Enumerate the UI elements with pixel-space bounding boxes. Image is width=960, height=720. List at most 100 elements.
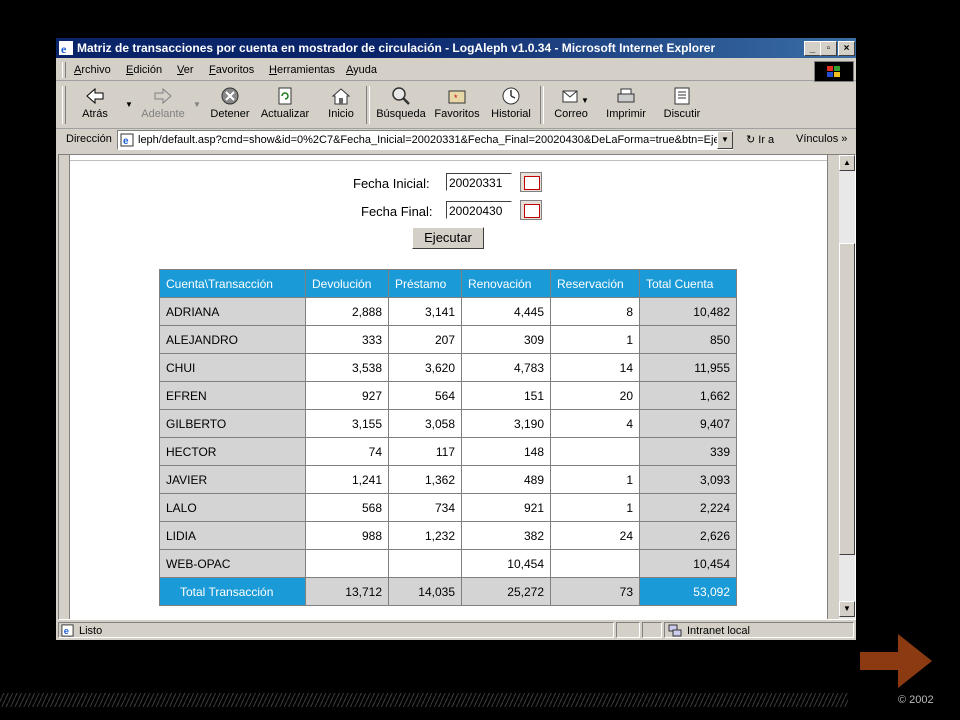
status-panel [616, 622, 640, 638]
back-button[interactable]: Atrás [78, 86, 112, 120]
table-row: ALEJANDRO 333 207 309 1 850 [159, 325, 737, 354]
value-cell: 734 [388, 493, 462, 522]
table-row: GILBERTO 3,155 3,058 3,190 4 9,407 [159, 409, 737, 438]
history-button[interactable]: Historial [490, 86, 532, 120]
vertical-scrollbar[interactable]: ▲ ▼ [839, 155, 855, 619]
windows-logo-icon [814, 61, 854, 82]
value-cell: 14 [550, 353, 640, 382]
ie-icon: e [59, 41, 73, 55]
account-cell: LALO [159, 493, 306, 522]
totals-row: Total Transacción 13,712 14,035 25,272 73 53,… [159, 577, 737, 606]
print-button[interactable]: Imprimir [604, 86, 648, 120]
forward-dropdown-icon[interactable]: ▼ [193, 100, 201, 109]
browser-window: e Matriz de transacciones por cuenta en … [56, 38, 856, 640]
menu-grip [62, 62, 66, 78]
menu-edicion[interactable]: Edición [126, 64, 162, 76]
value-cell: 1,232 [388, 521, 462, 550]
value-cell: 1,362 [388, 465, 462, 494]
svg-text:e: e [123, 136, 129, 147]
discuss-icon [674, 87, 690, 105]
menu-herramientas[interactable]: Herramientas [269, 64, 335, 76]
value-cell: 3,141 [388, 297, 462, 326]
svg-text:*: * [454, 93, 458, 103]
menu-favoritos[interactable]: Favoritos [209, 64, 254, 76]
value-cell: 333 [305, 325, 389, 354]
end-calendar-button[interactable] [520, 200, 542, 220]
account-cell: WEB-OPAC [159, 549, 306, 578]
value-cell: 1 [550, 493, 640, 522]
links-button[interactable]: Vínculos » [796, 133, 847, 145]
account-total-cell: 10,454 [639, 549, 737, 578]
forward-button[interactable]: Adelante [138, 86, 188, 120]
go-arrow-icon: ↻ [746, 134, 756, 146]
history-icon [502, 87, 520, 105]
calendar-icon [524, 204, 540, 218]
back-dropdown-icon[interactable]: ▼ [125, 100, 133, 109]
account-cell: ALEJANDRO [159, 325, 306, 354]
discuss-button[interactable]: Discutir [660, 86, 704, 120]
address-dropdown-icon[interactable]: ▼ [717, 131, 733, 149]
search-button[interactable]: Búsqueda [374, 86, 428, 120]
value-cell: 3,190 [461, 409, 551, 438]
mail-dropdown-icon[interactable]: ▼ [581, 96, 589, 105]
scroll-up-icon[interactable]: ▲ [839, 155, 855, 171]
account-cell: EFREN [159, 381, 306, 410]
svg-text:e: e [61, 42, 67, 55]
value-cell: 10,454 [461, 549, 551, 578]
minimize-button[interactable]: _ [804, 41, 821, 56]
value-cell: 3,155 [305, 409, 389, 438]
refresh-button[interactable]: Actualizar [260, 86, 310, 120]
address-label: Dirección [66, 133, 112, 145]
column-total-cell: 13,712 [305, 577, 389, 606]
account-total-cell: 10,482 [639, 297, 737, 326]
account-cell: LIDIA [159, 521, 306, 550]
intranet-icon [668, 624, 682, 637]
toolbar-grip [62, 86, 66, 124]
decorative-hatch-bar [0, 693, 848, 707]
end-date-input[interactable]: 20020430 [446, 201, 512, 219]
address-input[interactable]: e leph/default.asp?cmd=show&id=0%2C7&Fec… [117, 130, 733, 150]
menu-archivo[interactable]: Archivo [74, 64, 111, 76]
value-cell [550, 437, 640, 466]
column-header: Cuenta\Transacción [159, 269, 306, 298]
account-total-cell: 2,626 [639, 521, 737, 550]
value-cell: 4,783 [461, 353, 551, 382]
menu-ver[interactable]: Ver [177, 64, 194, 76]
value-cell: 4 [550, 409, 640, 438]
next-slide-arrow-icon[interactable] [858, 632, 934, 690]
value-cell: 568 [305, 493, 389, 522]
value-cell: 3,620 [388, 353, 462, 382]
scroll-thumb[interactable] [839, 243, 855, 555]
transactions-matrix: Cuenta\Transacción Devolución Préstamo R… [159, 269, 737, 606]
status-panel [642, 622, 662, 638]
menu-ayuda[interactable]: Ayuda [346, 64, 377, 76]
scroll-down-icon[interactable]: ▼ [839, 601, 855, 617]
column-total-cell: 73 [550, 577, 640, 606]
value-cell: 1,241 [305, 465, 389, 494]
home-button[interactable]: Inicio [324, 86, 358, 120]
account-cell: GILBERTO [159, 409, 306, 438]
start-date-label: Fecha Inicial: [353, 176, 430, 191]
value-cell: 309 [461, 325, 551, 354]
run-button[interactable]: Ejecutar [412, 227, 484, 249]
value-cell: 148 [461, 437, 551, 466]
stop-button[interactable]: Detener [208, 86, 252, 120]
maximize-button[interactable]: ▫ [820, 41, 837, 56]
mail-icon [562, 90, 578, 103]
start-calendar-button[interactable] [520, 172, 542, 192]
value-cell [550, 549, 640, 578]
toolbar-separator [366, 86, 370, 124]
close-button[interactable]: × [838, 41, 855, 56]
zone-panel: Intranet local [664, 622, 854, 638]
account-cell: ADRIANA [159, 297, 306, 326]
start-date-input[interactable]: 20020331 [446, 173, 512, 191]
value-cell: 927 [305, 381, 389, 410]
value-cell [305, 549, 389, 578]
favorites-button[interactable]: * Favoritos [433, 86, 481, 120]
go-button[interactable]: ↻ Ir a [746, 133, 774, 146]
page-icon: e [120, 133, 134, 147]
value-cell: 1 [550, 325, 640, 354]
calendar-icon [524, 176, 540, 190]
value-cell: 988 [305, 521, 389, 550]
column-header: Reservación [550, 269, 640, 298]
